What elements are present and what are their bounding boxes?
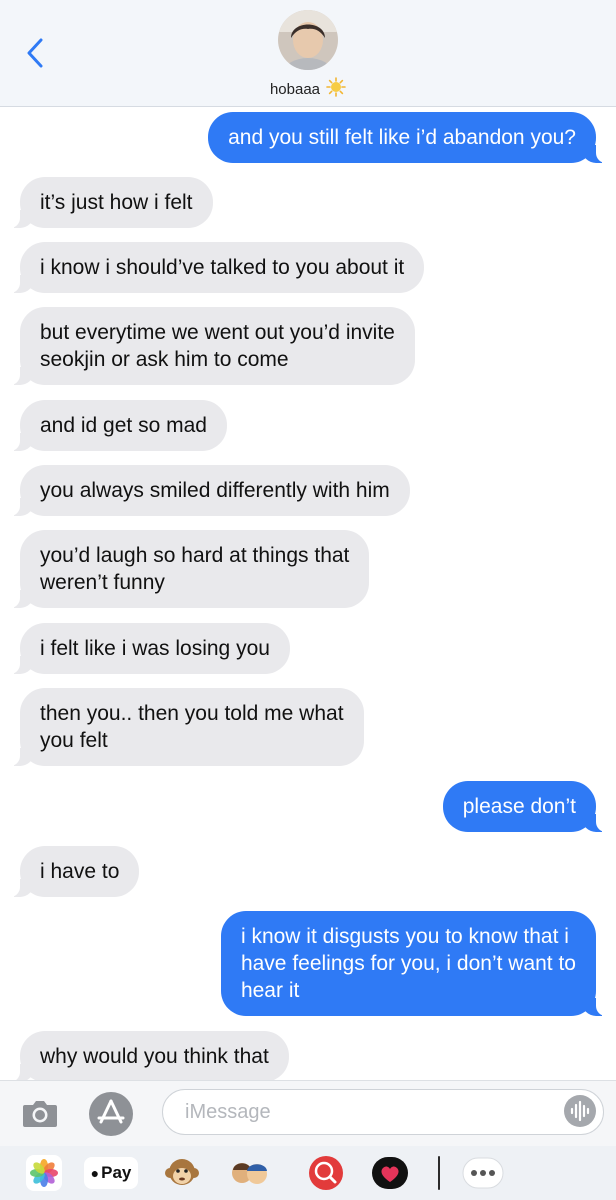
received-message[interactable]: you always smiled differently with him — [10, 465, 410, 516]
back-button[interactable] — [18, 36, 52, 70]
message-input-placeholder: iMessage — [185, 1101, 271, 1123]
received-message[interactable]: i felt like i was losing you — [10, 623, 290, 674]
apple-pay-button[interactable]: ● Pay — [84, 1157, 138, 1189]
more-apps-button[interactable] — [462, 1155, 504, 1191]
composer-bar: iMessage — [0, 1080, 616, 1147]
message-text: but everytime we went out you’d invite s… — [40, 321, 395, 371]
message-text: i have to — [40, 860, 120, 883]
digital-touch-button[interactable] — [370, 1155, 410, 1191]
tray-divider — [438, 1156, 440, 1190]
message-text: you’d laugh so hard at things that weren… — [40, 544, 350, 594]
app-store-button[interactable] — [88, 1091, 134, 1137]
message-text: i know it disgusts you to know that i ha… — [240, 925, 576, 1002]
received-message[interactable]: and id get so mad — [10, 400, 227, 451]
web-search-button[interactable] — [306, 1155, 346, 1191]
apple-pay-icon: ● — [90, 1165, 100, 1181]
received-message[interactable]: i know i should’ve talked to you about i… — [9, 242, 425, 293]
sent-message[interactable]: and you still felt like i’d abandon you? — [208, 112, 606, 163]
monkey-sticker-icon — [165, 1159, 199, 1185]
conversation-header: hobaaa — [0, 0, 616, 107]
received-message[interactable]: you’d laugh so hard at things that weren… — [9, 530, 370, 608]
sent-message[interactable]: please don’t — [442, 781, 607, 832]
message-text: please don’t — [462, 795, 576, 818]
contact-name-row[interactable]: hobaaa — [0, 77, 616, 101]
contact-name: hobaaa — [269, 80, 321, 98]
app-store-icon — [89, 1092, 133, 1136]
audio-waveform-icon — [564, 1095, 596, 1127]
message-text: and id get so mad — [40, 414, 207, 437]
message-text: i know i should’ve talked to you about i… — [40, 256, 405, 279]
message-input[interactable]: iMessage — [162, 1089, 604, 1135]
message-text: it’s just how i felt — [40, 191, 193, 214]
message-text: and you still felt like i’d abandon you? — [228, 126, 576, 149]
sent-message[interactable]: i know it disgusts you to know that i ha… — [220, 911, 607, 1016]
camera-icon — [23, 1101, 57, 1127]
received-message[interactable]: i have to — [9, 846, 140, 897]
heart-sticker-icon — [372, 1157, 408, 1189]
more-icon — [462, 1157, 504, 1189]
message-text: then you.. then you told me what you fel… — [40, 702, 344, 752]
memoji-icon — [232, 1163, 267, 1184]
received-message[interactable]: then you.. then you told me what you fel… — [10, 688, 364, 766]
sun-emoji-icon — [326, 77, 346, 101]
photos-app-button[interactable] — [24, 1155, 64, 1191]
contact-avatar[interactable] — [278, 10, 338, 70]
message-text: i felt like i was losing you — [40, 637, 270, 660]
photos-icon — [26, 1155, 62, 1191]
camera-button[interactable] — [18, 1093, 62, 1133]
web-search-icon — [309, 1156, 343, 1190]
app-drawer: ● Pay — [0, 1146, 616, 1200]
message-text: you always smiled differently with him — [40, 479, 390, 502]
chevron-left-icon — [27, 38, 43, 68]
message-text: why would you think that — [40, 1045, 269, 1068]
received-message[interactable]: but everytime we went out you’d invite s… — [10, 307, 415, 385]
received-message[interactable]: why would you think that — [10, 1031, 289, 1082]
apple-pay-label: Pay — [101, 1163, 132, 1182]
animoji-button[interactable] — [162, 1155, 202, 1191]
received-message[interactable]: it’s just how i felt — [10, 177, 213, 228]
dictation-button[interactable] — [563, 1094, 597, 1128]
memoji-button[interactable] — [230, 1155, 270, 1191]
